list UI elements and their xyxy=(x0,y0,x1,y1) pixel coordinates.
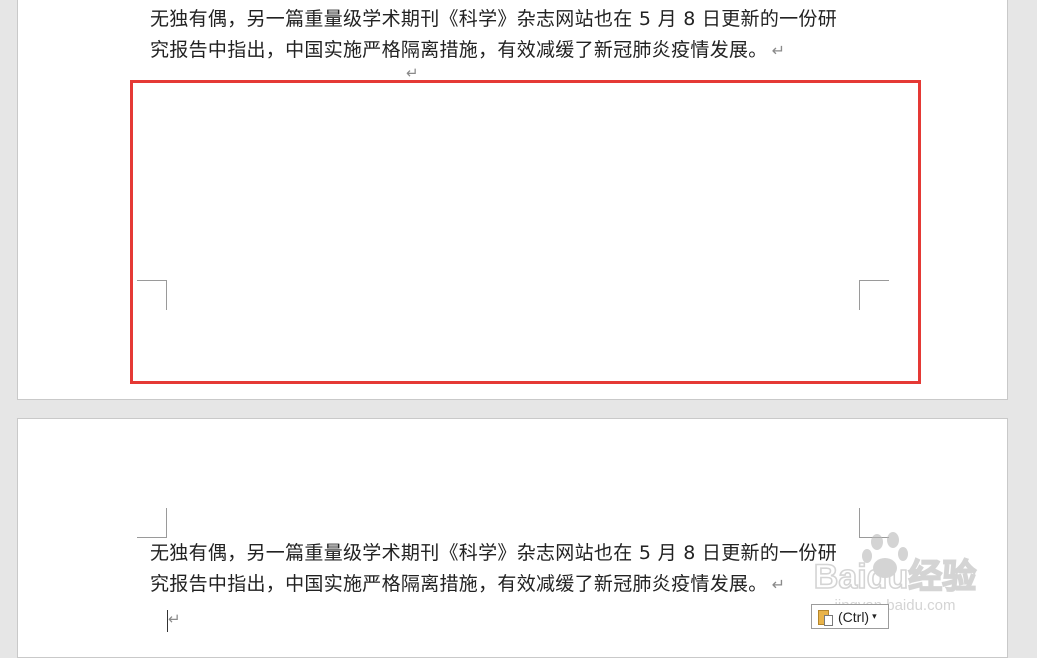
paragraph-mark-icon: ↵ xyxy=(771,41,786,60)
page2-paragraph-line-2: 究报告中指出，中国实施严格隔离措施，有效减缓了新冠肺炎疫情发展。 ↵ xyxy=(150,573,786,595)
page1-paragraph[interactable]: 无独有偶，另一篇重量级学术期刊《科学》杂志网站也在 5 月 8 日更新的一份研 … xyxy=(150,4,870,66)
page2-paragraph-line-1: 无独有偶，另一篇重量级学术期刊《科学》杂志网站也在 5 月 8 日更新的一份研 xyxy=(150,542,838,564)
page1-paragraph-line-2: 究报告中指出，中国实施严格隔离措施，有效减缓了新冠肺炎疫情发展。 ↵ xyxy=(150,39,786,61)
cursor-paragraph-mark-icon: ↵ xyxy=(168,610,181,628)
chevron-down-icon: ▾ xyxy=(872,611,877,621)
paste-options-label: (Ctrl) xyxy=(838,608,870,625)
page1-paragraph-line-1: 无独有偶，另一篇重量级学术期刊《科学》杂志网站也在 5 月 8 日更新的一份研 xyxy=(150,8,838,30)
paragraph-mark-icon: ↵ xyxy=(771,575,786,594)
page2-margin-corner-left xyxy=(137,508,167,538)
clipboard-paste-icon xyxy=(816,608,836,626)
highlight-box xyxy=(130,80,921,384)
page2-paragraph[interactable]: 无独有偶，另一篇重量级学术期刊《科学》杂志网站也在 5 月 8 日更新的一份研 … xyxy=(150,538,870,600)
page2-margin-corner-right xyxy=(859,508,889,538)
paste-options-button[interactable]: (Ctrl) ▾ xyxy=(811,604,889,629)
